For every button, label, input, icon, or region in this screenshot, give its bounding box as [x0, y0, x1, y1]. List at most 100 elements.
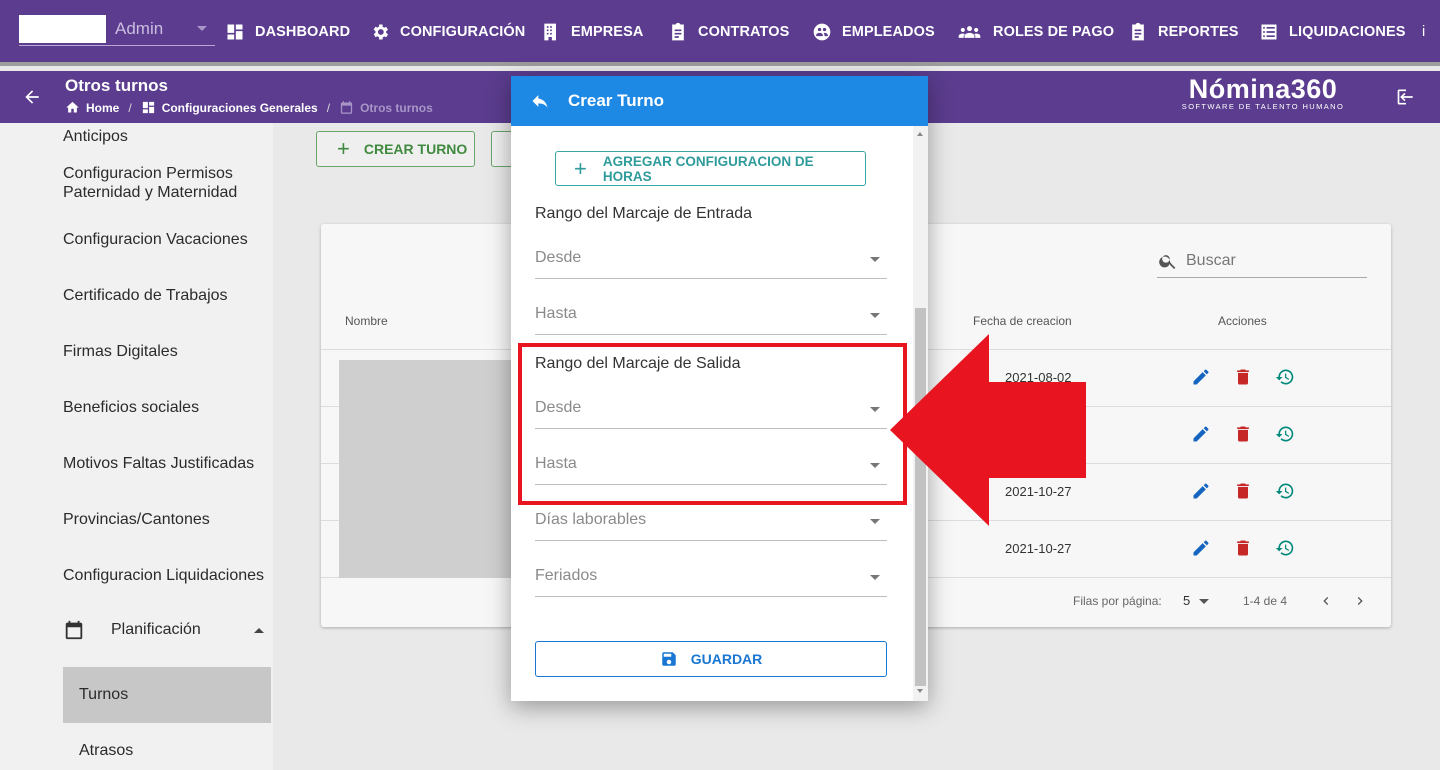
entrada-hasta-placeholder: Hasta: [535, 305, 577, 322]
chevron-left-icon: [1323, 597, 1329, 605]
sidebar-item-beneficios[interactable]: Beneficios sociales: [63, 398, 268, 417]
sidebar-item-turnos[interactable]: Turnos: [63, 667, 271, 723]
clipboard-icon: [672, 22, 684, 41]
nav-roles-de-pago-label: ROLES DE PAGO: [993, 24, 1115, 40]
breadcrumb-separator: /: [128, 100, 132, 115]
sidebar-item-liquidaciones[interactable]: Configuracion Liquidaciones: [63, 566, 268, 585]
delete-button[interactable]: [1233, 538, 1253, 558]
calendar-icon: [65, 620, 83, 640]
home-icon: [66, 101, 79, 113]
brand-name: Nómina360: [1188, 74, 1338, 104]
nav-configuracion[interactable]: CONFIGURACIÓN: [370, 21, 525, 43]
history-button[interactable]: [1275, 538, 1295, 558]
delete-button[interactable]: [1233, 367, 1253, 387]
feriados-placeholder: Feriados: [535, 567, 598, 584]
rows-per-page-select[interactable]: 5: [1183, 593, 1210, 608]
nav-roles-de-pago[interactable]: ROLES DE PAGO: [956, 21, 1114, 43]
logout-button[interactable]: [1396, 87, 1416, 107]
history-button[interactable]: [1275, 367, 1295, 387]
breadcrumb-config[interactable]: Configuraciones Generales: [162, 101, 318, 115]
brand-tagline: SOFTWARE DE TALENTO HUMANO: [1181, 102, 1345, 111]
entrada-desde-select[interactable]: Desde: [535, 241, 887, 279]
create-shift-button[interactable]: + CREAR TURNO: [316, 131, 475, 167]
edit-button[interactable]: [1191, 424, 1211, 444]
entrada-desde-placeholder: Desde: [535, 249, 582, 266]
sidebar-item-firmas[interactable]: Firmas Digitales: [63, 342, 268, 361]
plus-icon: +: [337, 136, 350, 161]
entrada-section-label: Rango del Marcaje de Entrada: [535, 205, 753, 222]
row-date: 2021-10-27: [1005, 541, 1072, 556]
trash-icon: [1237, 483, 1249, 499]
sidebar-item-anticipos[interactable]: Anticipos: [63, 127, 268, 146]
top-navbar: Admin DASHBOARD CONFIGURACIÓN EMPRESA CO…: [0, 0, 1440, 66]
dialog-title: Crear Turno: [568, 91, 665, 110]
column-header-fecha[interactable]: Fecha de creacion: [973, 314, 1072, 328]
edit-button[interactable]: [1191, 481, 1211, 501]
back-button[interactable]: [22, 87, 42, 107]
pencil-icon: [1193, 483, 1209, 499]
breadcrumb-current-label: Otros turnos: [360, 100, 433, 115]
sidebar-item-certificado[interactable]: Certificado de Trabajos: [63, 286, 268, 305]
chevron-right-icon: [1357, 597, 1363, 605]
nav-empleados[interactable]: EMPLEADOS: [812, 21, 935, 43]
next-page-button[interactable]: [1352, 593, 1368, 609]
calendar-icon: [340, 101, 353, 114]
edit-button[interactable]: [1191, 367, 1211, 387]
sidebar-item-provincias[interactable]: Provincias/Cantones: [63, 510, 268, 529]
create-shift-label: CREAR TURNO: [363, 141, 468, 157]
people-circle-icon: [813, 23, 831, 41]
sidebar-item-atrasos[interactable]: Atrasos: [79, 742, 133, 760]
trash-icon: [1237, 426, 1249, 442]
nav-more-indicator: i: [1422, 24, 1426, 40]
delete-button[interactable]: [1233, 481, 1253, 501]
prev-page-button[interactable]: [1318, 593, 1334, 609]
nav-empresa[interactable]: EMPRESA: [541, 21, 643, 43]
entrada-hasta-select[interactable]: Hasta: [535, 297, 887, 335]
save-button[interactable]: GUARDAR: [535, 641, 887, 677]
admin-select-label: Admin: [115, 19, 164, 38]
feriados-select[interactable]: Feriados: [535, 559, 887, 597]
nav-empleados-label: EMPLEADOS: [842, 24, 935, 40]
nav-reportes[interactable]: REPORTES: [1128, 21, 1239, 43]
search-input[interactable]: Buscar: [1157, 248, 1367, 278]
sidebar-item-vacaciones[interactable]: Configuracion Vacaciones: [63, 230, 268, 249]
edit-button[interactable]: [1191, 538, 1211, 558]
admin-select[interactable]: Admin: [19, 14, 215, 46]
history-button[interactable]: [1275, 424, 1295, 444]
delete-button[interactable]: [1233, 424, 1253, 444]
scroll-down-icon: [917, 689, 923, 693]
sidebar-item-motivos[interactable]: Motivos Faltas Justificadas: [63, 454, 268, 473]
sidebar-group-planificacion[interactable]: Planificación: [63, 618, 264, 642]
column-header-nombre[interactable]: Nombre: [345, 314, 388, 328]
breadcrumb: Home / Configuraciones Generales / Otros…: [65, 100, 433, 115]
search-placeholder: Buscar: [1186, 252, 1236, 269]
chevron-down-icon: [870, 257, 880, 262]
nav-dashboard[interactable]: DASHBOARD: [225, 21, 350, 43]
column-header-acciones: Acciones: [1218, 314, 1267, 328]
nav-divider: [0, 62, 1440, 66]
pencil-icon: [1193, 426, 1209, 442]
nav-configuracion-label: CONFIGURACIÓN: [400, 24, 526, 40]
sidebar-group-label: Planificación: [111, 621, 201, 638]
rows-per-page-value: 5: [1183, 593, 1191, 608]
sidebar-item-turnos-label: Turnos: [79, 686, 129, 703]
nav-reportes-label: REPORTES: [1158, 24, 1239, 40]
dialog-back-button[interactable]: [530, 91, 550, 111]
sidebar-item-permisos[interactable]: Configuracion Permisos Paternidad y Mate…: [63, 164, 268, 202]
sidebar: Anticipos Configuracion Permisos Paterni…: [0, 123, 273, 770]
annotation-highlight-box: [518, 343, 907, 505]
pagination-range: 1-4 de 4: [1243, 594, 1288, 608]
chevron-down-icon: [197, 26, 207, 31]
breadcrumb-home[interactable]: Home: [86, 101, 119, 115]
dias-laborables-select[interactable]: Días laborables: [535, 503, 887, 541]
nav-contratos[interactable]: CONTRATOS: [668, 21, 789, 43]
brand-logo: Nómina360 SOFTWARE DE TALENTO HUMANO: [1170, 73, 1356, 111]
chevron-down-icon: [870, 575, 880, 580]
add-hours-config-button[interactable]: + AGREGAR CONFIGURACION DE HORAS: [555, 151, 866, 186]
gear-icon: [373, 24, 388, 40]
building-icon: [544, 23, 556, 41]
arrow-left-icon: [25, 90, 39, 104]
dias-laborables-placeholder: Días laborables: [535, 511, 647, 528]
nav-liquidaciones[interactable]: LIQUIDACIONES: [1259, 21, 1406, 43]
history-button[interactable]: [1275, 481, 1295, 501]
